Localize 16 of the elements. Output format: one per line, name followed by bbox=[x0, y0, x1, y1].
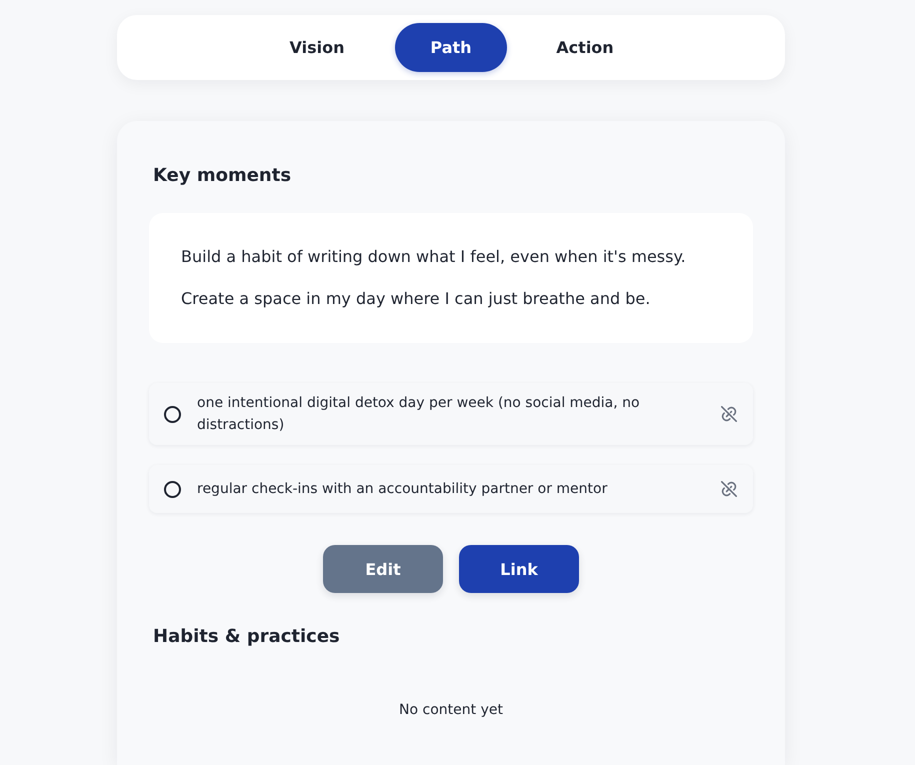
radio-button[interactable] bbox=[164, 406, 181, 422]
statement-text: Create a space in my day where I can just breathe and be. bbox=[181, 288, 652, 310]
tab[interactable]: Path bbox=[395, 23, 507, 72]
tab[interactable]: Action bbox=[529, 23, 641, 72]
section-heading: Key moments bbox=[153, 165, 292, 187]
statement-text: Build a habit of writing down what I feel, even when it's messy. bbox=[181, 246, 687, 268]
empty-state-text: No content yet bbox=[399, 701, 503, 720]
goal-text: regular check-ins with an accountability partner or mentor bbox=[197, 480, 608, 499]
radio-button[interactable] bbox=[164, 480, 181, 498]
edit-button[interactable]: Edit bbox=[323, 545, 443, 593]
link-button[interactable]: Link bbox=[459, 545, 579, 593]
broken-link-icon[interactable] bbox=[721, 481, 737, 497]
tab[interactable]: Vision bbox=[261, 23, 373, 72]
section-heading: Habits & practices bbox=[153, 626, 341, 648]
broken-link-icon[interactable] bbox=[721, 406, 737, 422]
goal-text: one intentional digital detox day per week (no social media, no distractions) bbox=[197, 394, 641, 435]
